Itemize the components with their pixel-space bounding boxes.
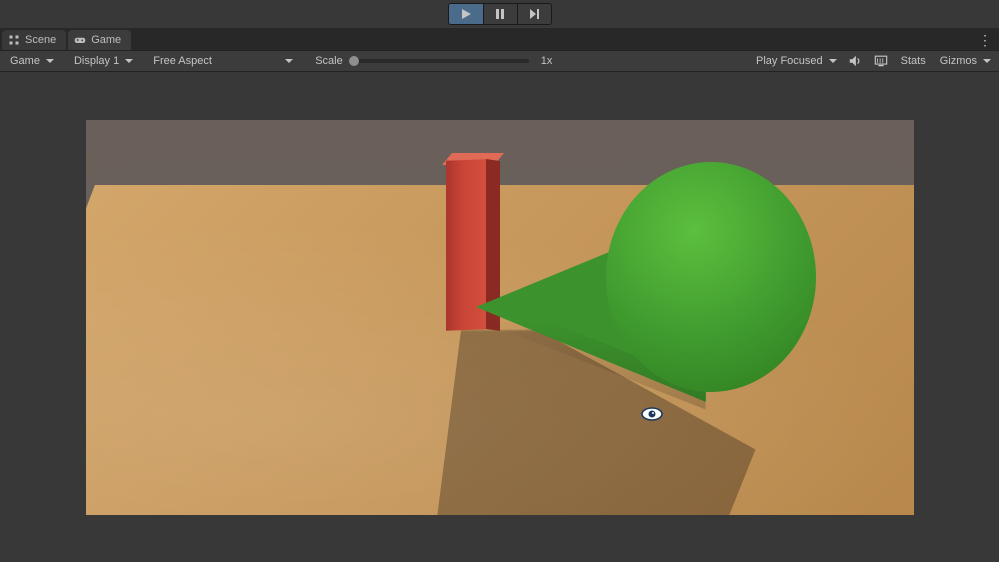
- gizmos-dropdown[interactable]: Gizmos: [934, 51, 995, 71]
- scale-slider-knob[interactable]: [349, 56, 359, 66]
- scale-slider[interactable]: [349, 59, 529, 63]
- mute-audio-button[interactable]: [843, 52, 867, 70]
- step-button[interactable]: [517, 4, 551, 24]
- camera-dropdown-label: Game: [10, 55, 40, 67]
- play-button-group: [448, 3, 552, 25]
- game-toolbar: Game Display 1 Free Aspect Scale 1x Play…: [0, 50, 999, 72]
- play-controls: [0, 0, 999, 28]
- aspect-dropdown-label: Free Aspect: [153, 55, 212, 67]
- tab-bar: Scene Game ⋮: [0, 28, 999, 50]
- step-icon: [528, 8, 540, 20]
- play-icon: [460, 8, 472, 20]
- scene-icon: [8, 34, 20, 46]
- stats-button[interactable]: Stats: [895, 52, 932, 70]
- chevron-down-icon: [983, 59, 991, 63]
- play-mode-label: Play Focused: [756, 55, 823, 67]
- scale-value: 1x: [541, 55, 553, 67]
- scale-label: Scale: [315, 55, 343, 67]
- tab-scene[interactable]: Scene: [2, 30, 66, 50]
- pause-button[interactable]: [483, 4, 517, 24]
- speaker-icon: [848, 54, 862, 68]
- game-icon: [74, 34, 86, 46]
- game-view[interactable]: [86, 120, 914, 515]
- camera-dropdown[interactable]: Game: [4, 51, 58, 71]
- aspect-dropdown[interactable]: Free Aspect: [147, 51, 297, 71]
- chevron-down-icon: [46, 59, 54, 63]
- monitor-icon: [874, 54, 888, 68]
- chevron-down-icon: [125, 59, 133, 63]
- scale-control: Scale 1x: [307, 55, 750, 67]
- chevron-down-icon: [285, 59, 293, 63]
- pause-icon: [494, 8, 506, 20]
- tab-menu-button[interactable]: ⋮: [978, 32, 991, 49]
- tab-game[interactable]: Game: [68, 30, 131, 50]
- display-dropdown[interactable]: Display 1: [68, 51, 137, 71]
- stats-label: Stats: [901, 55, 926, 67]
- display-dropdown-label: Display 1: [74, 55, 119, 67]
- play-mode-dropdown[interactable]: Play Focused: [750, 51, 841, 71]
- tab-scene-label: Scene: [25, 34, 56, 46]
- play-button[interactable]: [449, 4, 483, 24]
- gizmos-label: Gizmos: [940, 55, 977, 67]
- tab-game-label: Game: [91, 34, 121, 46]
- vsync-button[interactable]: [869, 52, 893, 70]
- green-cone-cap: [606, 162, 816, 392]
- chevron-down-icon: [829, 59, 837, 63]
- viewport-area: [0, 72, 999, 562]
